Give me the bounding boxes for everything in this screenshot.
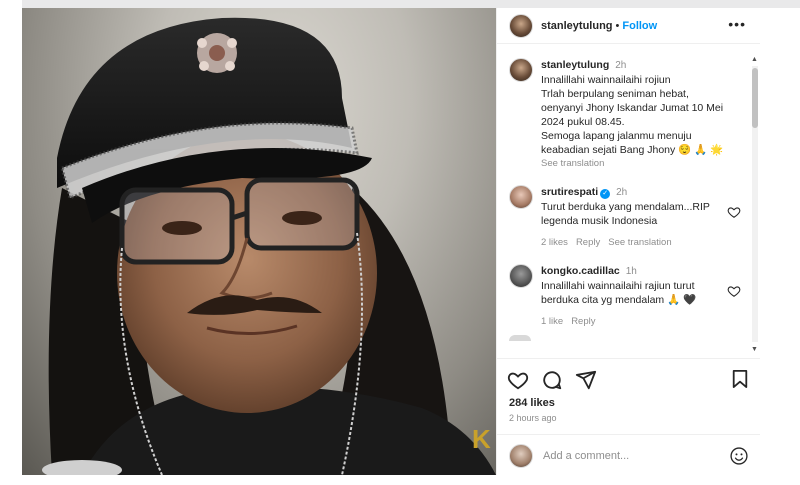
comment-likes[interactable]: 2 likes	[541, 236, 568, 250]
post-header: stanleytulung • Follow •••	[497, 8, 760, 44]
comment-text: Innalillahi wainnailaihi rajiun turut	[541, 280, 695, 292]
reply-button[interactable]: Reply	[576, 236, 600, 250]
post-panel: stanleytulung • Follow ••• stanleytulung…	[496, 8, 761, 476]
modal-backdrop[interactable]	[0, 0, 22, 485]
share-icon[interactable]	[575, 369, 597, 391]
bookmark-icon[interactable]	[731, 369, 749, 389]
see-translation-link[interactable]: See translation	[608, 236, 671, 250]
emoji-icon[interactable]	[729, 446, 749, 466]
follow-button[interactable]: Follow	[622, 20, 657, 32]
comment-item: srutirespati ✓ 2h Turut berduka yang mend…	[509, 185, 741, 250]
comments-list[interactable]: stanleytulung 2h Innalillahi wainnailaih…	[497, 44, 749, 358]
comment-time[interactable]: 2h	[616, 187, 627, 198]
commenter-username[interactable]: kongko.cadillac	[541, 265, 620, 277]
caption-username[interactable]: stanleytulung	[541, 59, 609, 71]
post-actions: 284 likes 2 hours ago Add a comment...	[497, 358, 761, 476]
caption-line: keabadian sejati Bang Jhony 😌 🙏 🌟	[541, 144, 724, 156]
comment-text: berduka cita yg mendalam 🙏 🖤	[541, 294, 697, 306]
modal-backdrop-right[interactable]	[760, 8, 800, 485]
reply-button[interactable]: Reply	[571, 315, 595, 329]
caption-time[interactable]: 2h	[615, 60, 626, 71]
comment-meta: 2 likes Reply See translation	[541, 236, 731, 250]
caption-line: 2024 pukul 08.45.	[541, 116, 625, 128]
comment-input[interactable]: Add a comment...	[543, 450, 729, 462]
caption-avatar[interactable]	[509, 58, 533, 82]
comment-heart-icon[interactable]	[727, 205, 741, 219]
photo-watermark: K	[472, 424, 491, 454]
more-icon[interactable]: •••	[728, 17, 746, 31]
author-username[interactable]: stanleytulung	[541, 20, 613, 32]
caption-line: oenyanyi Jhony Iskandar Jumat 10 Mei	[541, 102, 724, 114]
caption: stanleytulung 2h Innalillahi wainnailaih…	[509, 58, 737, 171]
commenter-avatar[interactable]	[509, 185, 533, 209]
scroll-up-arrow[interactable]: ▲	[751, 56, 758, 63]
browser-top-bar	[0, 0, 800, 8]
comment-likes[interactable]: 1 like	[541, 315, 563, 329]
comment-icon[interactable]	[541, 369, 563, 391]
add-comment-bar: Add a comment...	[497, 434, 761, 476]
comment-text: Turut berduka yang mendalam...RIP	[541, 201, 710, 213]
comment-heart-icon[interactable]	[727, 284, 741, 298]
caption-line: Innalillahi wainnailaihi rojiun	[541, 74, 671, 86]
post-photo[interactable]: K	[22, 8, 496, 475]
comment-item: kongko.cadillac 1h Innalillahi wainnaila…	[509, 264, 741, 329]
likes-count[interactable]: 284 likes	[497, 393, 761, 409]
caption-see-translation[interactable]: See translation	[541, 157, 731, 171]
verified-icon: ✓	[600, 189, 611, 199]
author-avatar[interactable]	[509, 13, 533, 38]
next-comment-avatar	[509, 335, 531, 341]
comment-time[interactable]: 1h	[626, 266, 637, 277]
commenter-username[interactable]: srutirespati	[541, 186, 598, 198]
post-time-ago[interactable]: 2 hours ago	[497, 409, 761, 423]
caption-line: Trlah berpulang seniman hebat,	[541, 88, 689, 100]
commenter-avatar[interactable]	[509, 264, 533, 288]
comment-meta: 1 like Reply	[541, 315, 731, 329]
post-image: K	[42, 17, 496, 475]
heart-icon[interactable]	[507, 369, 529, 391]
scroll-thumb[interactable]	[752, 68, 758, 128]
caption-line: Semoga lapang jalanmu menuju	[541, 130, 692, 142]
scroll-down-arrow[interactable]: ▼	[751, 346, 758, 353]
comment-text: legenda musik Indonesia	[541, 215, 658, 227]
current-user-avatar	[509, 443, 533, 468]
header-separator: •	[615, 19, 620, 32]
